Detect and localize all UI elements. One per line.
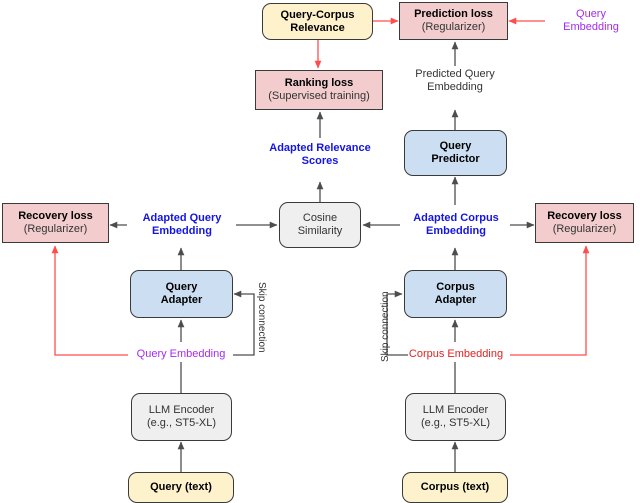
node-label-line2: (Supervised training) — [268, 90, 370, 102]
node-label-line1: LLM Encoder — [148, 404, 215, 417]
label-line1: Query — [576, 8, 606, 20]
label-line2: Embedding — [426, 225, 486, 238]
label-corpus-embedding: Corpus Embedding — [401, 348, 511, 361]
node-query-adapter[interactable]: Query Adapter — [130, 270, 233, 318]
label-query-embedding: Query Embedding — [128, 348, 234, 361]
node-label-line1: Ranking loss — [284, 77, 354, 90]
label-skip-connection-query: Skip connection — [256, 282, 267, 353]
label-adapted-corpus-embedding: Adapted Corpus Embedding — [400, 212, 512, 238]
node-recovery-loss-left[interactable]: Recovery loss (Regularizer) — [2, 203, 109, 243]
node-label-line1: LLM Encoder — [422, 404, 489, 417]
wire-cemb-to-recovery-right — [510, 245, 590, 356]
wire-skip-query — [233, 290, 255, 356]
node-label-line2: (Regularizer) — [421, 21, 486, 33]
node-label-line2: (e.g., ST5-XL) — [420, 417, 491, 429]
wire-qemb-to-recovery-left — [51, 245, 128, 356]
node-label-line1: Query (text) — [150, 481, 212, 494]
node-query-corpus-relevance[interactable]: Query-Corpus Relevance — [262, 3, 373, 40]
node-label-line1: Corpus — [436, 281, 475, 294]
node-label-line2: Adapter — [160, 294, 203, 306]
node-label-line1: Cosine — [302, 212, 338, 225]
label-line1: Adapted Query — [142, 212, 222, 224]
label-line2: Embedding — [563, 21, 619, 34]
label-line1: Query Embedding — [136, 348, 226, 360]
node-query-predictor[interactable]: Query Predictor — [404, 130, 507, 176]
node-label-line1: Prediction loss — [414, 8, 493, 21]
label-skip-connection-corpus: Skip connection — [380, 291, 391, 362]
node-label-line2: Adapter — [434, 294, 477, 306]
label-adapted-relevance-scores: Adapted Relevance Scores — [255, 142, 385, 168]
node-corpus-text[interactable]: Corpus (text) — [402, 472, 508, 503]
node-label-line1: Recovery loss — [547, 210, 622, 223]
node-query-text[interactable]: Query (text) — [128, 472, 234, 503]
label-line1: Corpus Embedding — [408, 348, 504, 360]
node-prediction-loss[interactable]: Prediction loss (Regularizer) — [399, 2, 508, 40]
label-line2: Embedding — [152, 225, 212, 238]
node-ranking-loss[interactable]: Ranking loss (Supervised training) — [255, 70, 383, 110]
node-llm-encoder-corpus[interactable]: LLM Encoder (e.g., ST5-XL) — [405, 393, 506, 441]
node-label-line1: Recovery loss — [18, 210, 93, 223]
label-line2: Embedding — [427, 81, 483, 94]
label-line1: Skip connection — [256, 282, 267, 353]
label-adapted-query-embedding: Adapted Query Embedding — [127, 212, 237, 238]
node-corpus-adapter[interactable]: Corpus Adapter — [404, 270, 507, 318]
node-recovery-loss-right[interactable]: Recovery loss (Regularizer) — [535, 203, 634, 243]
node-label-line2: Predictor — [431, 153, 480, 165]
node-label-line2: Similarity — [297, 225, 343, 237]
node-label-line1: Query — [165, 281, 198, 294]
node-cosine-similarity[interactable]: Cosine Similarity — [279, 202, 361, 248]
node-label-line2: (Regularizer) — [23, 223, 88, 235]
node-label-line1: Corpus (text) — [420, 481, 490, 494]
label-line2: Scores — [301, 155, 339, 168]
node-label-line1: Query-Corpus — [280, 8, 355, 21]
node-llm-encoder-query[interactable]: LLM Encoder (e.g., ST5-XL) — [131, 393, 232, 441]
label-query-embedding-top: Query Embedding — [546, 8, 636, 34]
node-label-line2: (e.g., ST5-XL) — [146, 417, 217, 429]
node-label-line1: Query — [439, 140, 472, 153]
label-line1: Skip connection — [380, 291, 391, 362]
label-line1: Predicted Query — [415, 68, 495, 80]
label-line1: Adapted Relevance — [269, 142, 371, 154]
label-predicted-query-embedding: Predicted Query Embedding — [390, 68, 520, 94]
node-label-line2: (Regularizer) — [552, 223, 617, 235]
label-line1: Adapted Corpus — [413, 212, 499, 224]
diagram-canvas: Query-Corpus Relevance Prediction loss (… — [0, 0, 640, 503]
node-label-line2: Relevance — [290, 21, 345, 34]
